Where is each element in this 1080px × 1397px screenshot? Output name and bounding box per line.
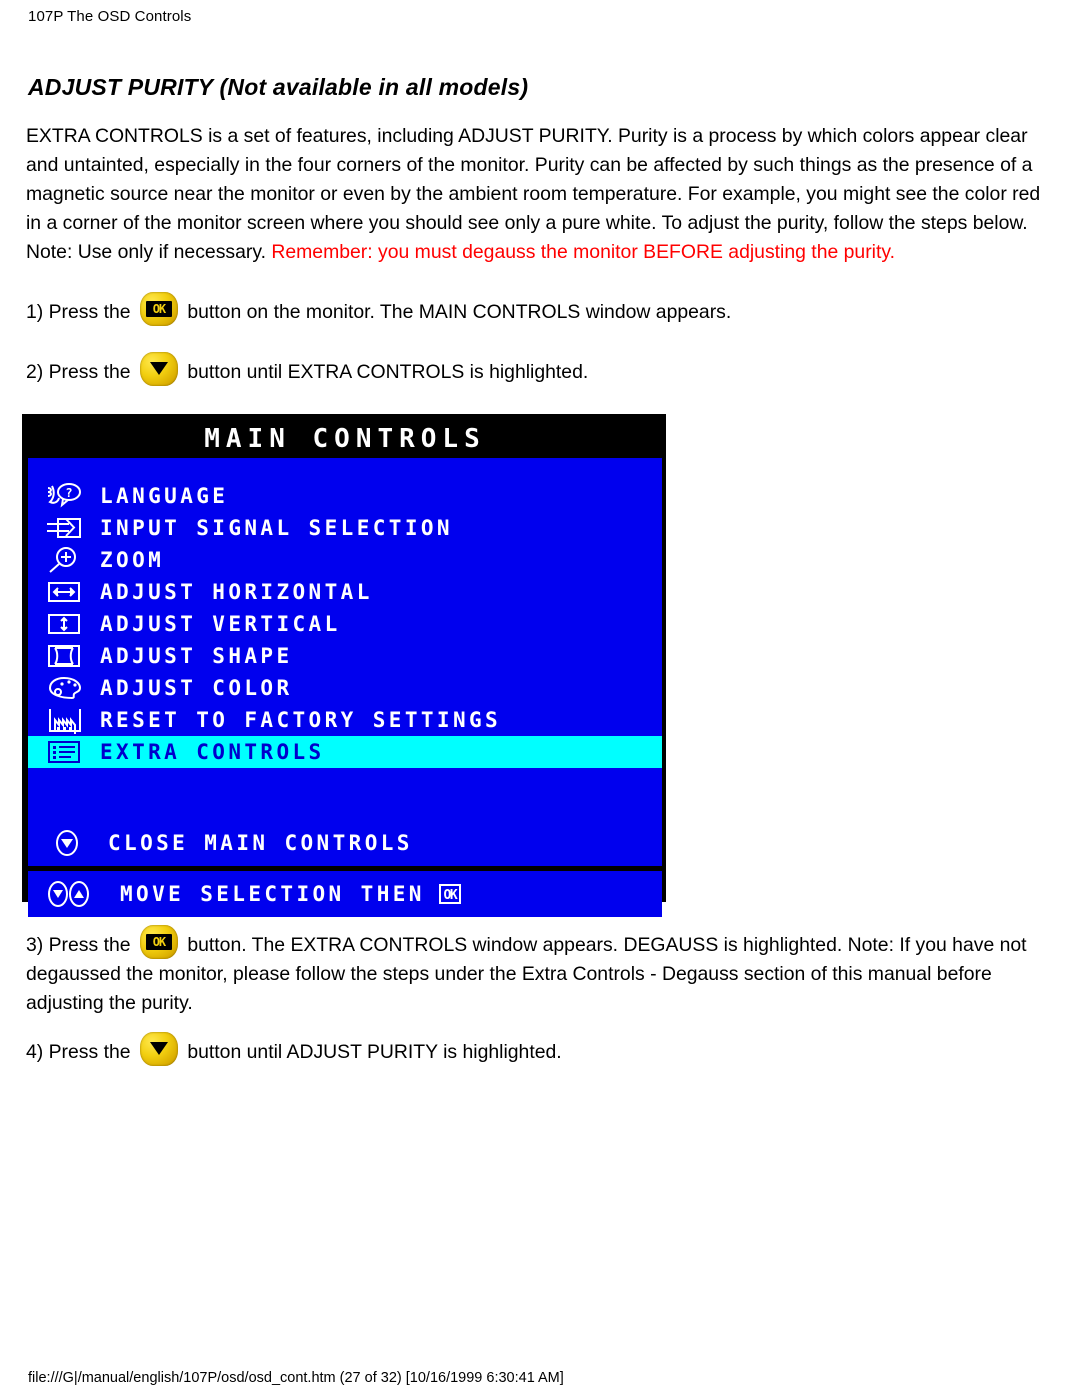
triangle-down-icon <box>149 1042 168 1055</box>
document-page: 107P The OSD Controls ADJUST PURITY (Not… <box>0 0 1080 1397</box>
osd-close-main-controls[interactable]: CLOSE MAIN CONTROLS <box>28 820 662 866</box>
section-title: ADJUST PURITY (Not available in all mode… <box>28 74 528 101</box>
svg-text:?: ? <box>65 486 72 500</box>
osd-item-label: EXTRA CONTROLS <box>100 740 325 764</box>
ok-badge-label: OK <box>145 301 172 317</box>
osd-item-extra-controls[interactable]: EXTRA CONTROLS <box>28 736 662 768</box>
osd-item-adjust-shape[interactable]: ADJUST SHAPE <box>28 640 662 672</box>
step-3-text-before: 3) Press the <box>26 934 131 956</box>
shape-pincushion-icon <box>44 642 84 670</box>
osd-item-adjust-horizontal[interactable]: ADJUST HORIZONTAL <box>28 576 662 608</box>
page-header-title: 107P The OSD Controls <box>28 8 192 25</box>
step-1-text-before: 1) Press the <box>26 301 131 323</box>
osd-item-label: ADJUST SHAPE <box>100 644 293 668</box>
factory-icon <box>44 706 84 734</box>
vertical-arrows-icon <box>44 610 84 638</box>
osd-item-adjust-color[interactable]: ADJUST COLOR <box>28 672 662 704</box>
osd-item-label: LANGUAGE <box>100 484 229 508</box>
osd-item-label: ADJUST HORIZONTAL <box>100 580 373 604</box>
intro-warning-text: Remember: you must degauss the monitor B… <box>271 241 896 263</box>
osd-item-label: INPUT SIGNAL SELECTION <box>100 516 453 540</box>
color-palette-icon <box>44 674 84 702</box>
language-face-question-icon: ? <box>44 482 84 510</box>
down-arrow-oval-icon <box>52 829 92 857</box>
input-signal-arrow-icon <box>44 514 84 542</box>
step-1: 1) Press the OK button on the monitor. T… <box>26 292 1061 327</box>
osd-item-label: RESET TO FACTORY SETTINGS <box>100 708 502 732</box>
osd-footer-hint: MOVE SELECTION THEN OK <box>28 871 662 917</box>
magnifier-plus-icon <box>44 546 84 574</box>
osd-footer-ok-icon: OK <box>438 884 461 904</box>
section-title-main: ADJUST PURITY <box>28 74 220 100</box>
intro-paragraph: EXTRA CONTROLS is a set of features, inc… <box>26 122 1056 267</box>
step-3: 3) Press the OK button. The EXTRA CONTRO… <box>26 925 1061 1018</box>
osd-item-zoom[interactable]: ZOOM <box>28 544 662 576</box>
down-button-icon[interactable] <box>139 1032 178 1066</box>
step-2-text-after: button until EXTRA CONTROLS is highlight… <box>187 361 589 383</box>
ok-button-icon[interactable]: OK <box>139 292 178 326</box>
ok-button-icon[interactable]: OK <box>139 925 178 959</box>
move-arrows-icon <box>44 880 104 908</box>
step-2-text-before: 2) Press the <box>26 361 131 383</box>
step-4-text-before: 4) Press the <box>26 1041 131 1063</box>
osd-item-adjust-vertical[interactable]: ADJUST VERTICAL <box>28 608 662 640</box>
triangle-down-icon <box>149 362 168 375</box>
section-title-emphasis: (Not available in all models) <box>219 74 529 100</box>
osd-main-controls-window: MAIN CONTROLS ? LANGUAGE INPUT SIGNAL SE… <box>22 414 666 917</box>
down-button-icon[interactable] <box>139 352 178 386</box>
osd-item-reset-to-factory-settings[interactable]: RESET TO FACTORY SETTINGS <box>28 704 662 736</box>
ok-badge-label: OK <box>145 934 172 950</box>
osd-menu-list: ? LANGUAGE INPUT SIGNAL SELECTION ZOOM A… <box>28 458 662 820</box>
osd-item-label: ZOOM <box>100 548 165 572</box>
step-4-text-after: button until ADJUST PURITY is highlighte… <box>187 1041 562 1063</box>
osd-item-language[interactable]: ? LANGUAGE <box>28 480 662 512</box>
horizontal-arrows-icon <box>44 578 84 606</box>
osd-item-input-signal-selection[interactable]: INPUT SIGNAL SELECTION <box>28 512 662 544</box>
osd-close-label: CLOSE MAIN CONTROLS <box>108 831 413 855</box>
step-4: 4) Press the button until ADJUST PURITY … <box>26 1032 1061 1067</box>
list-document-icon <box>44 738 84 766</box>
step-2: 2) Press the button until EXTRA CONTROLS… <box>26 352 1061 387</box>
osd-item-label: ADJUST VERTICAL <box>100 612 341 636</box>
osd-footer-label: MOVE SELECTION THEN <box>120 882 425 906</box>
step-1-text-after: button on the monitor. The MAIN CONTROLS… <box>187 301 732 323</box>
osd-title: MAIN CONTROLS <box>28 418 662 458</box>
page-footer-path: file:///G|/manual/english/107P/osd/osd_c… <box>28 1370 564 1386</box>
osd-item-label: ADJUST COLOR <box>100 676 293 700</box>
